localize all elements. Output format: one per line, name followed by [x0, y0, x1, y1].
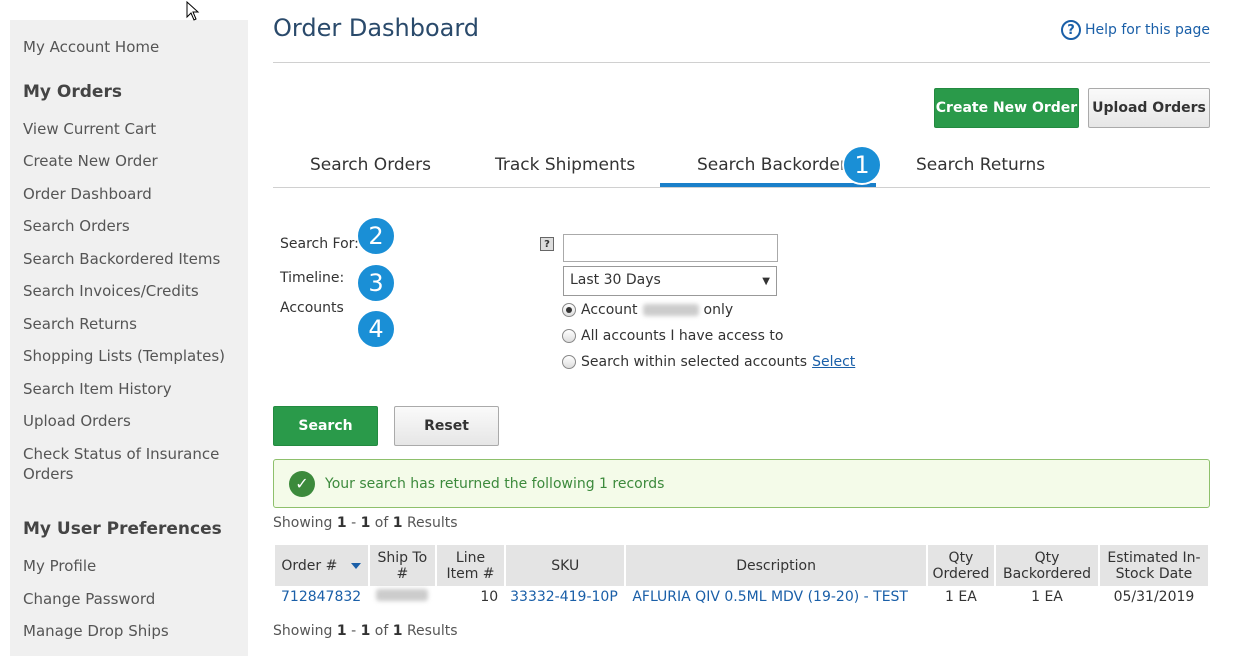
sidebar-item-my-profile[interactable]: My Profile	[23, 556, 238, 576]
showing-to: 1	[360, 623, 371, 639]
cell-description-link[interactable]: AFLURIA QIV 0.5ML MDV (19-20) - TEST	[626, 586, 926, 608]
accounts-label: Accounts	[280, 300, 344, 316]
page-title: Order Dashboard	[273, 14, 480, 42]
search-button[interactable]: Search	[273, 406, 378, 446]
sidebar-heading-user-preferences: My User Preferences	[23, 519, 222, 539]
search-for-input[interactable]	[563, 234, 778, 262]
col-qty-backordered[interactable]: Qty Backordered	[996, 545, 1098, 586]
tab-search-returns[interactable]: Search Returns	[916, 155, 1045, 175]
reset-button[interactable]: Reset	[394, 406, 499, 446]
check-icon: ✓	[289, 470, 315, 497]
tabs-divider	[273, 187, 1210, 188]
cell-est-date: 05/31/2019	[1113, 589, 1195, 605]
select-accounts-link[interactable]: Select	[812, 354, 855, 370]
success-message: ✓ Your search has returned the following…	[273, 459, 1210, 508]
sidebar-item-change-password[interactable]: Change Password	[23, 589, 238, 609]
radio-account-only[interactable]: Account only	[562, 302, 733, 318]
tab-search-orders[interactable]: Search Orders	[310, 155, 431, 175]
radio-selected-label: Search within selected accounts	[581, 354, 808, 370]
col-ship-to[interactable]: Ship To #	[369, 545, 435, 586]
tab-search-backorders[interactable]: Search Backorders	[697, 155, 856, 175]
timeline-label: Timeline:	[280, 270, 345, 286]
timeline-select-value: Last 30 Days	[570, 272, 661, 288]
step-badge-2: 2	[356, 216, 396, 256]
search-for-label: Search For:	[280, 236, 359, 252]
timeline-select[interactable]: Last 30 Days ▼	[563, 266, 777, 296]
sidebar-item-my-account-home[interactable]: My Account Home	[23, 37, 238, 57]
col-qty-ordered[interactable]: Qty Ordered	[927, 545, 995, 586]
help-link-label: Help for this page	[1084, 22, 1210, 38]
step-badge-1: 1	[842, 145, 882, 185]
upload-orders-button[interactable]: Upload Orders	[1088, 88, 1210, 128]
showing-from: 1	[336, 623, 347, 639]
cell-qty-backordered: 1 EA	[1031, 589, 1063, 605]
sidebar-item-create-new-order[interactable]: Create New Order	[23, 151, 238, 171]
col-order[interactable]: Order #	[275, 545, 368, 586]
table-row: 712847832 10 33332-419-10P AFLURIA QIV 0…	[275, 586, 1208, 608]
sidebar-heading-my-orders: My Orders	[23, 82, 122, 102]
sidebar-item-search-returns[interactable]: Search Returns	[23, 314, 238, 334]
step-badge-4: 4	[356, 309, 396, 349]
col-line-item[interactable]: Line Item #	[436, 545, 505, 586]
redacted-account-number	[642, 304, 699, 316]
cell-qty-ordered: 1 EA	[945, 589, 977, 605]
backorders-table: Order # Ship To # Line Item # SKU Descri…	[273, 545, 1210, 608]
cell-line-item: 10	[480, 589, 499, 605]
results-count-bottom: Showing 1 - 1 of 1 Results	[273, 623, 458, 639]
showing-suffix: Results	[406, 623, 458, 639]
radio-all-accounts[interactable]: All accounts I have access to	[562, 328, 783, 344]
dropdown-arrow-icon: ▼	[762, 276, 770, 287]
col-description[interactable]: Description	[626, 545, 926, 586]
radio-button-selected[interactable]	[562, 303, 576, 317]
sidebar-nav: My Account Home My Orders View Current C…	[10, 20, 248, 656]
header-divider	[273, 62, 1210, 63]
col-order-label: Order #	[281, 557, 338, 574]
sidebar-item-search-item-history[interactable]: Search Item History	[23, 379, 238, 399]
showing-of: of	[374, 623, 389, 639]
sidebar-item-check-status-insurance-orders[interactable]: Check Status of Insurance Orders	[23, 444, 238, 484]
cell-ship-to	[370, 586, 435, 608]
radio-account-prefix: Account	[581, 302, 638, 318]
sidebar-item-shopping-lists[interactable]: Shopping Lists (Templates)	[23, 346, 238, 366]
mouse-cursor-icon	[186, 1, 200, 21]
showing-prefix: Showing	[273, 515, 333, 531]
cell-order-link[interactable]: 712847832	[275, 586, 368, 608]
radio-button[interactable]	[562, 329, 576, 343]
tab-track-shipments[interactable]: Track Shipments	[495, 155, 635, 175]
sidebar-item-manage-drop-ships[interactable]: Manage Drop Ships	[23, 621, 238, 641]
redacted-ship-to	[376, 589, 429, 601]
sidebar-item-search-invoices-credits[interactable]: Search Invoices/Credits	[23, 281, 238, 301]
radio-selected-accounts[interactable]: Search within selected accounts Select	[562, 354, 855, 370]
showing-total: 1	[392, 623, 403, 639]
showing-to: 1	[360, 515, 371, 531]
sidebar-item-view-current-cart[interactable]: View Current Cart	[23, 119, 238, 139]
col-sku[interactable]: SKU	[506, 545, 625, 586]
help-icon: ?	[1060, 20, 1081, 40]
showing-prefix: Showing	[273, 623, 333, 639]
showing-suffix: Results	[406, 515, 458, 531]
showing-from: 1	[336, 515, 347, 531]
sidebar-item-upload-orders[interactable]: Upload Orders	[23, 411, 238, 431]
sort-desc-icon[interactable]	[351, 562, 362, 569]
radio-button[interactable]	[562, 355, 576, 369]
sidebar-item-search-backordered-items[interactable]: Search Backordered Items	[23, 249, 238, 269]
showing-total: 1	[392, 515, 403, 531]
active-tab-indicator	[660, 183, 876, 187]
field-help-icon[interactable]: ?	[540, 237, 554, 251]
help-link[interactable]: ? Help for this page	[1060, 20, 1210, 40]
create-new-order-button[interactable]: Create New Order	[934, 88, 1079, 128]
col-est-date[interactable]: Estimated In-Stock Date	[1099, 545, 1208, 586]
cell-sku-link[interactable]: 33332-419-10P	[506, 586, 624, 608]
step-badge-3: 3	[356, 263, 396, 303]
sidebar-item-order-dashboard[interactable]: Order Dashboard	[23, 184, 238, 204]
results-count-top: Showing 1 - 1 of 1 Results	[273, 515, 458, 531]
sidebar-item-search-orders[interactable]: Search Orders	[23, 216, 238, 236]
radio-account-suffix: only	[703, 302, 734, 318]
radio-all-label: All accounts I have access to	[581, 328, 784, 344]
showing-of: of	[374, 515, 389, 531]
success-message-text: Your search has returned the following 1…	[325, 475, 665, 492]
